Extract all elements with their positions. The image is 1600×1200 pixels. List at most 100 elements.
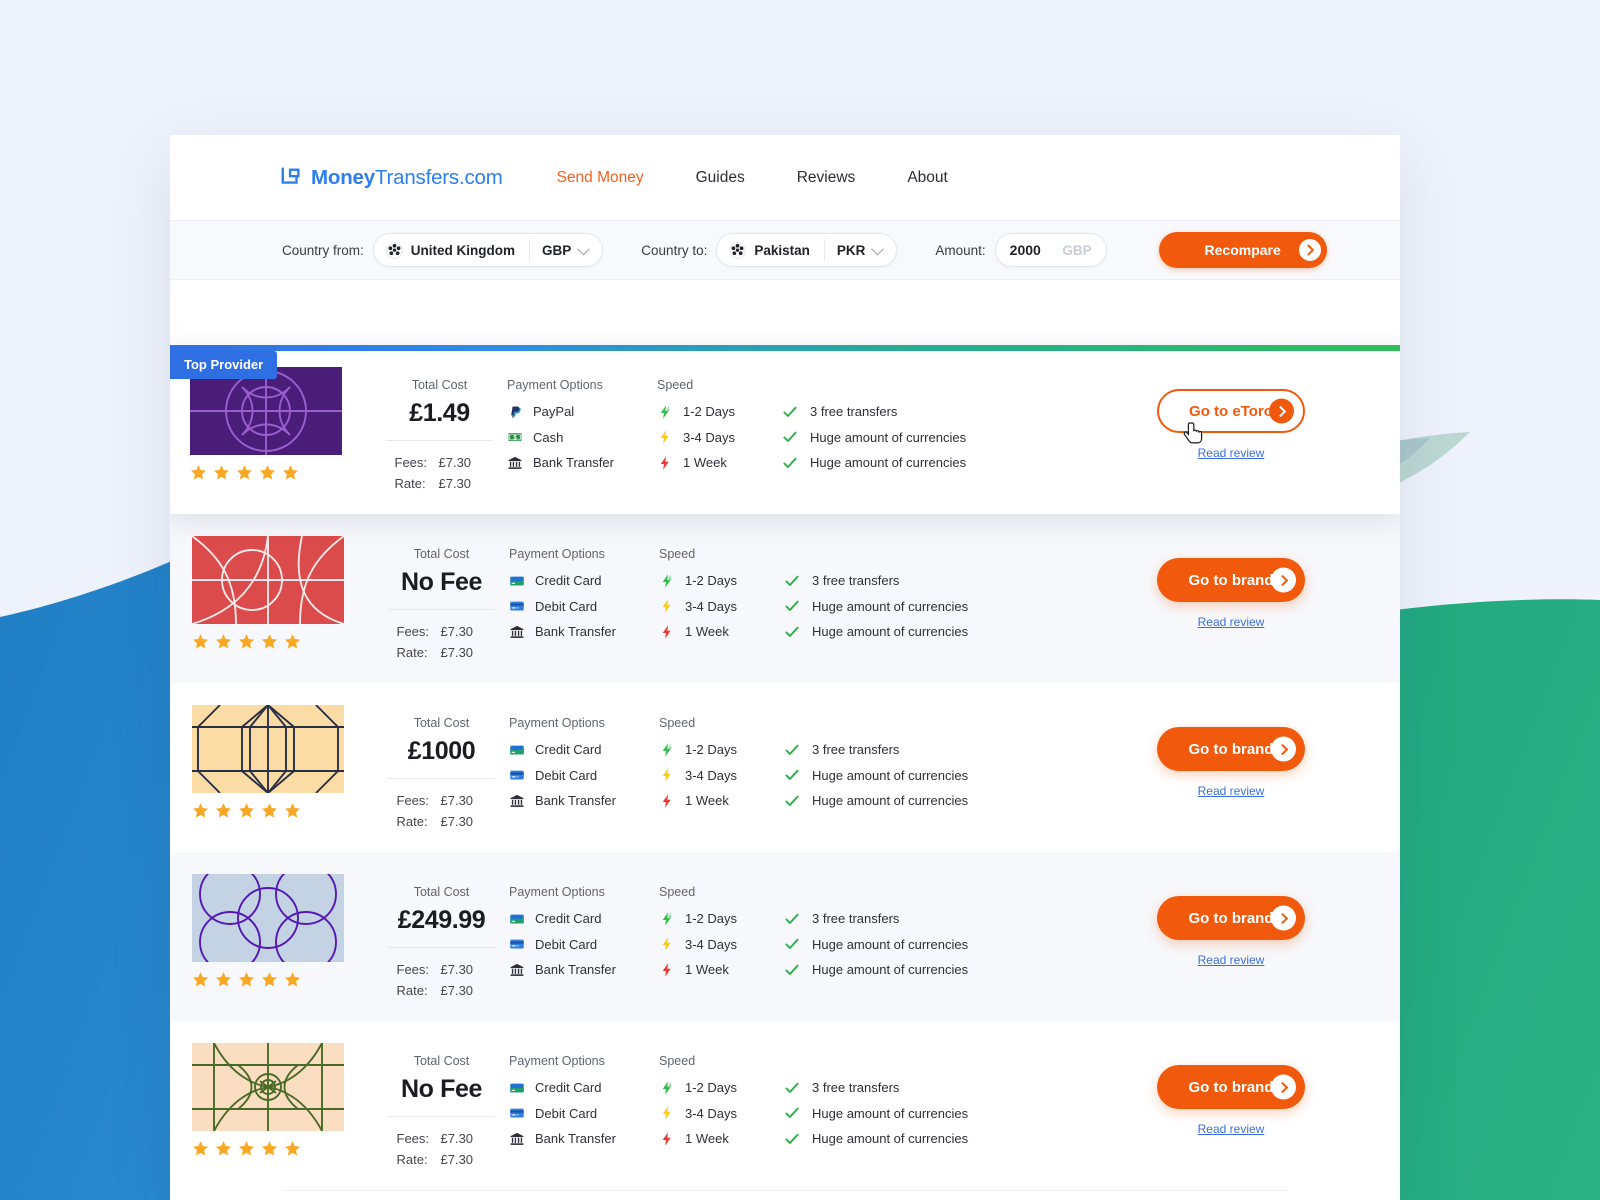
bolt-yellow-icon bbox=[660, 430, 669, 444]
paypal-icon bbox=[511, 406, 521, 418]
total-cost-header: Total Cost bbox=[411, 378, 468, 392]
provider-list: Top Provider Total Cost £1.49 Fees: £7.30 Rat… bbox=[170, 345, 1400, 1190]
country-from-pill[interactable]: United Kingdom GBP bbox=[372, 233, 604, 267]
debit-card-icon bbox=[510, 601, 524, 611]
payment-option-label: Bank Transfer bbox=[535, 962, 616, 977]
total-cost-cell: Total Cost No Fee Fees: £7.30 Rate: £7.30 bbox=[374, 536, 509, 663]
flag-placeholder-icon bbox=[729, 241, 746, 259]
feature-label: Huge amount of currencies bbox=[812, 624, 969, 639]
go-to-brand-button[interactable]: Go to eToro bbox=[1157, 389, 1305, 433]
fees-value: £7.30 bbox=[438, 455, 472, 470]
speed-item: 3-4 Days bbox=[659, 594, 784, 620]
payment-option-item: Bank Transfer bbox=[509, 957, 659, 983]
top-provider-badge: Top Provider bbox=[170, 351, 278, 379]
payment-options-header: Payment Options bbox=[509, 716, 605, 730]
cta-cell: Go to brand Read review bbox=[1062, 1043, 1400, 1136]
features-header-spacer bbox=[784, 547, 1062, 561]
payment-option-label: Bank Transfer bbox=[535, 1131, 616, 1146]
logo-text-light: Transfers.com bbox=[374, 165, 503, 189]
fees-value: £7.30 bbox=[440, 793, 474, 808]
read-review-link[interactable]: Read review bbox=[1198, 615, 1265, 629]
speed-label: 3-4 Days bbox=[683, 429, 736, 445]
star-filled-icon bbox=[239, 1141, 254, 1156]
site-logo[interactable]: MoneyTransfers.com bbox=[280, 166, 503, 190]
payment-option-item: Debit Card bbox=[509, 932, 659, 958]
payment-option-label: Bank Transfer bbox=[533, 455, 614, 470]
credit-card-icon bbox=[510, 1083, 524, 1093]
rate-value: £7.30 bbox=[440, 1152, 474, 1167]
read-review-link[interactable]: Read review bbox=[1198, 446, 1265, 460]
payment-option-label: Debit Card bbox=[535, 936, 598, 952]
star-filled-icon bbox=[239, 972, 254, 987]
rating-stars bbox=[192, 633, 374, 650]
flag-placeholder-icon bbox=[386, 241, 403, 259]
fees-value: £7.30 bbox=[440, 962, 474, 977]
currency-to-value: PKR bbox=[836, 242, 866, 258]
speed-item: 1 Week bbox=[659, 957, 784, 983]
speed-cell: Speed 1-2 Days 3-4 Days 1 Week bbox=[659, 1043, 784, 1152]
speed-item: 1 Week bbox=[659, 788, 784, 814]
feature-label: 3 free transfers bbox=[812, 573, 900, 588]
check-icon bbox=[783, 406, 797, 417]
country-from-select[interactable]: United Kingdom bbox=[374, 234, 529, 266]
total-cost-cell: Total Cost £1.49 Fees: £7.30 Rate: £7.30 bbox=[372, 367, 507, 494]
provider-logo-tile bbox=[190, 367, 342, 455]
cost-divider bbox=[388, 609, 495, 610]
nav-item-guides[interactable]: Guides bbox=[696, 169, 745, 187]
fees-label: Fees: bbox=[394, 455, 428, 470]
currency-from-value: GBP bbox=[542, 242, 572, 258]
feature-item: 3 free transfers bbox=[784, 737, 1062, 763]
go-to-brand-button[interactable]: Go to brand bbox=[1157, 1065, 1305, 1109]
read-review-link[interactable]: Read review bbox=[1198, 953, 1265, 967]
country-to-pill[interactable]: Pakistan PKR bbox=[716, 233, 898, 267]
currency-from-select[interactable]: GBP bbox=[530, 234, 602, 266]
feature-item: 3 free transfers bbox=[784, 568, 1062, 594]
amount-input[interactable] bbox=[1009, 242, 1062, 258]
go-to-brand-button[interactable]: Go to brand bbox=[1157, 727, 1305, 771]
speed-header: Speed bbox=[657, 378, 694, 392]
star-filled-icon bbox=[239, 803, 254, 818]
bank-icon bbox=[510, 963, 524, 976]
rate-line: Rate: £7.30 bbox=[374, 642, 509, 663]
recompare-button[interactable]: Recompare bbox=[1158, 232, 1327, 268]
provider-brand-cell bbox=[181, 705, 374, 819]
nav-item-about[interactable]: About bbox=[907, 169, 948, 187]
logo-text-bold: Money bbox=[311, 165, 375, 189]
rate-label: Rate: bbox=[394, 476, 426, 491]
nav-item-send-money[interactable]: Send Money bbox=[557, 169, 644, 187]
star-filled-icon bbox=[262, 972, 277, 987]
payment-option-item: Debit Card bbox=[509, 594, 659, 620]
bolt-red-icon bbox=[662, 625, 671, 639]
speed-label: 1 Week bbox=[685, 793, 729, 808]
fees-label: Fees: bbox=[396, 793, 430, 808]
read-review-link[interactable]: Read review bbox=[1198, 1122, 1265, 1136]
fees-line: Fees: £7.30 bbox=[372, 452, 507, 473]
total-cost-header: Total Cost bbox=[413, 885, 470, 899]
go-to-brand-button[interactable]: Go to brand bbox=[1157, 896, 1305, 940]
nav-item-reviews[interactable]: Reviews bbox=[797, 169, 856, 187]
check-icon bbox=[785, 769, 799, 781]
logo-text: MoneyTransfers.com bbox=[311, 166, 503, 190]
speed-item: 1 Week bbox=[659, 619, 784, 645]
cta-label: Go to brand bbox=[1188, 571, 1274, 589]
payment-option-item: Debit Card bbox=[509, 1101, 659, 1127]
check-icon bbox=[783, 431, 797, 443]
credit-card-icon bbox=[510, 914, 524, 924]
speed-item: 1 Week bbox=[657, 450, 782, 476]
speed-cell: Speed 1-2 Days 3-4 Days 1 Week bbox=[657, 367, 782, 476]
chevron-right-icon bbox=[1298, 239, 1321, 261]
currency-to-select[interactable]: PKR bbox=[825, 234, 897, 266]
amount-field-wrap[interactable]: GBP bbox=[994, 233, 1107, 267]
total-cost-header: Total Cost bbox=[413, 547, 470, 561]
star-filled-icon bbox=[216, 803, 231, 818]
go-to-brand-button[interactable]: Go to brand bbox=[1157, 558, 1305, 602]
provider-brand-cell bbox=[179, 367, 372, 481]
star-filled-icon bbox=[283, 465, 298, 480]
payment-option-item: Credit Card bbox=[509, 1075, 659, 1101]
bolt-red-icon bbox=[662, 963, 671, 977]
country-to-select[interactable]: Pakistan bbox=[717, 234, 824, 266]
fees-line: Fees: £7.30 bbox=[374, 790, 509, 811]
speed-cell: Speed 1-2 Days 3-4 Days 1 Week bbox=[659, 705, 784, 814]
rate-line: Rate: £7.30 bbox=[374, 980, 509, 1001]
read-review-link[interactable]: Read review bbox=[1198, 784, 1265, 798]
